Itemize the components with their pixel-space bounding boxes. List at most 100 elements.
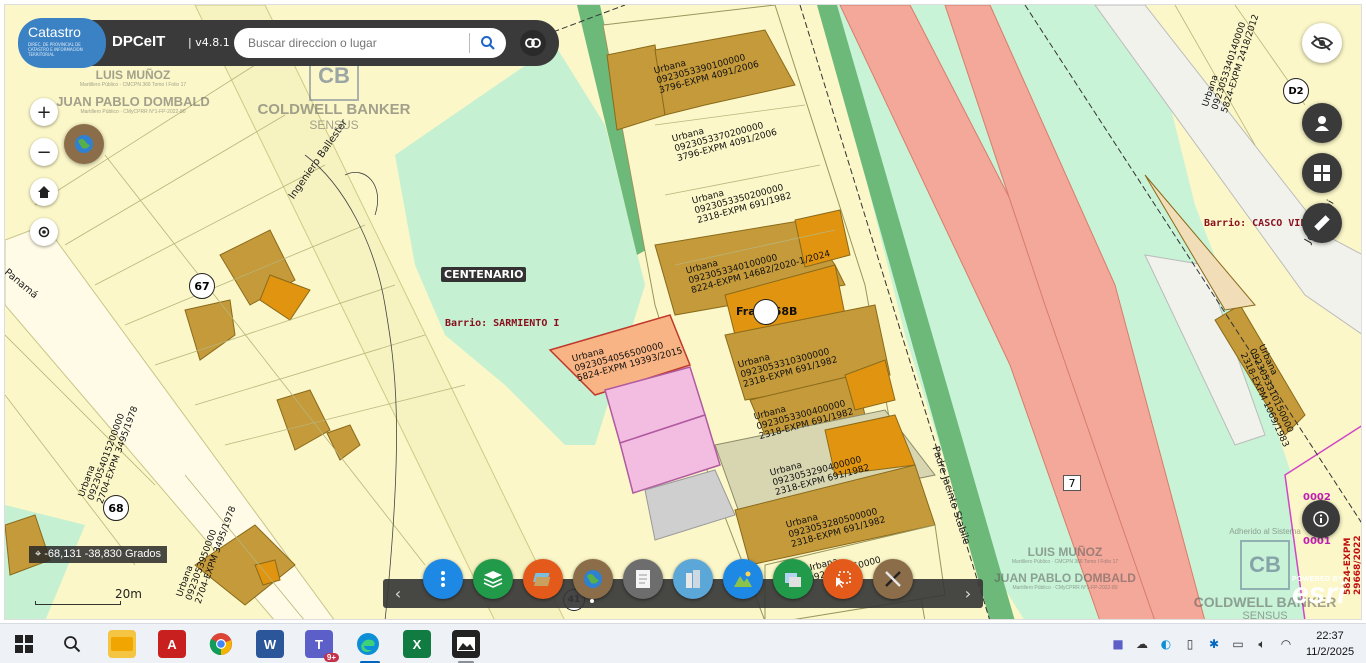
print-map-icon [785,573,801,587]
tools-icon [885,571,901,587]
toggle-visibility-button[interactable] [1302,23,1342,63]
eye-off-icon [1311,35,1333,51]
windows-taskbar: A W T 9+ X ■ ☁ ◐ ▯ ✱ ▭ 🔈︎ ◠ 22:37 11/2/2… [0,623,1366,663]
dock-layers-button[interactable] [473,559,513,599]
excel-button[interactable]: X [403,630,431,658]
wifi-icon[interactable]: ◠ [1278,636,1294,652]
esri-attribution: POWERED BY esri [1292,576,1346,610]
minus-icon: − [36,141,52,163]
map-stack-icon [533,573,551,586]
teams-button[interactable]: T 9+ [305,630,339,662]
zoom-out-button[interactable]: − [30,138,58,166]
excel-icon: X [412,636,422,652]
dock-basemap-button[interactable] [523,559,563,599]
file-explorer-button[interactable] [108,630,136,658]
search-button[interactable] [470,28,506,58]
system-clock[interactable]: 22:37 11/2/2025 [1300,628,1360,660]
dock-select-button[interactable] [823,559,863,599]
globe-icon [75,135,93,153]
search-icon [64,636,81,653]
dock-buildings-button[interactable] [673,559,713,599]
barrio-sarmiento: Barrio: SARMIENTO I [445,318,560,329]
block-number-67: 67 [189,273,215,299]
dock-terrain-button[interactable] [723,559,763,599]
dock-tools-button[interactable] [873,559,913,599]
teams-badge: 9+ [323,653,339,662]
usb-icon[interactable]: ▯ [1182,636,1198,652]
sync-icon[interactable]: ◐ [1158,636,1174,652]
dock-menu-button[interactable] [423,559,463,599]
dock-print-button[interactable] [773,559,813,599]
layers-icon [483,571,503,588]
user-button[interactable] [1302,103,1342,143]
chrome-icon [209,633,232,656]
dock-prev-button[interactable]: ‹ [383,579,413,608]
search-input[interactable] [248,36,470,50]
dock-page-indicator [590,599,594,603]
terrain-icon [734,571,752,587]
widget-dock: ‹ › [383,559,983,608]
globe-icon [584,570,602,588]
user-icon [1315,116,1329,131]
folder-icon [111,637,133,651]
crosshair-icon: ⌖ [35,548,45,560]
share-link-button[interactable] [520,30,546,56]
home-button[interactable] [30,178,58,206]
cloud-icon[interactable]: ☁ [1134,636,1150,652]
teams-icon: T [315,636,323,652]
clock-date: 11/2/2025 [1305,646,1355,658]
ruler-icon [1314,215,1330,231]
basemap-globe-button[interactable] [64,124,104,164]
chevron-left-icon: ‹ [394,584,402,603]
edge-icon [357,633,379,655]
start-button[interactable] [10,630,38,658]
dock-report-button[interactable] [623,559,663,599]
app: Ingeniero Ballester Panamá Padre Jacinto… [0,0,1366,663]
dock-globe-button[interactable] [573,559,613,599]
photos-button[interactable] [452,630,480,658]
home-icon [38,186,50,198]
chevron-right-icon: › [964,584,972,603]
watermark-bottom-right: LUIS MUÑOZ Martillero Público · CMCPN 36… [994,545,1136,591]
search-icon [481,36,495,50]
frac-circle [753,299,779,325]
plus-icon: + [36,101,52,123]
locate-button[interactable] [30,218,58,246]
bluetooth-icon[interactable]: ✱ [1206,636,1222,652]
map-canvas[interactable]: Ingeniero Ballester Panamá Padre Jacinto… [4,4,1362,620]
coordinates-readout: ⌖ -68,131 -38,830 Grados [29,546,168,563]
teams-tray-icon[interactable]: ■ [1110,636,1126,652]
acrobat-button[interactable]: A [158,630,186,658]
app-title: DPCeIT [112,33,166,50]
word-icon: W [263,636,277,652]
clock-time: 22:37 [1316,630,1344,642]
more-vertical-icon [441,571,445,587]
info-icon [1313,511,1329,527]
info-button[interactable] [1302,500,1340,538]
dock-next-button[interactable]: › [953,579,983,608]
apps-grid-button[interactable] [1302,153,1342,193]
chrome-button[interactable] [207,630,235,658]
zoom-in-button[interactable]: + [30,98,58,126]
search-box [234,28,506,58]
volume-icon[interactable]: 🔈︎ [1254,636,1270,652]
grid-icon [1314,165,1330,181]
pdf-icon: A [167,636,177,652]
measure-button[interactable] [1302,203,1342,243]
battery-icon[interactable]: ▭ [1230,636,1246,652]
building-icon [686,570,700,588]
edge-button[interactable] [354,630,382,658]
top-toolbar: Catastro DIREC. DE PROVINCIAL DE CATASTR… [18,18,559,68]
document-icon [636,570,650,588]
road-number-7: 7 [1063,475,1081,491]
word-button[interactable]: W [256,630,284,658]
block-number-d2: D2 [1283,78,1309,104]
select-cursor-icon [836,571,851,588]
place-centenario: CENTENARIO [441,267,527,282]
locate-icon [38,226,50,238]
taskbar-search-button[interactable] [58,630,86,658]
link-icon [525,38,541,48]
windows-icon [15,635,33,653]
app-version: | v4.8.1 [188,36,230,49]
catastro-logo: Catastro DIREC. DE PROVINCIAL DE CATASTR… [18,18,106,68]
